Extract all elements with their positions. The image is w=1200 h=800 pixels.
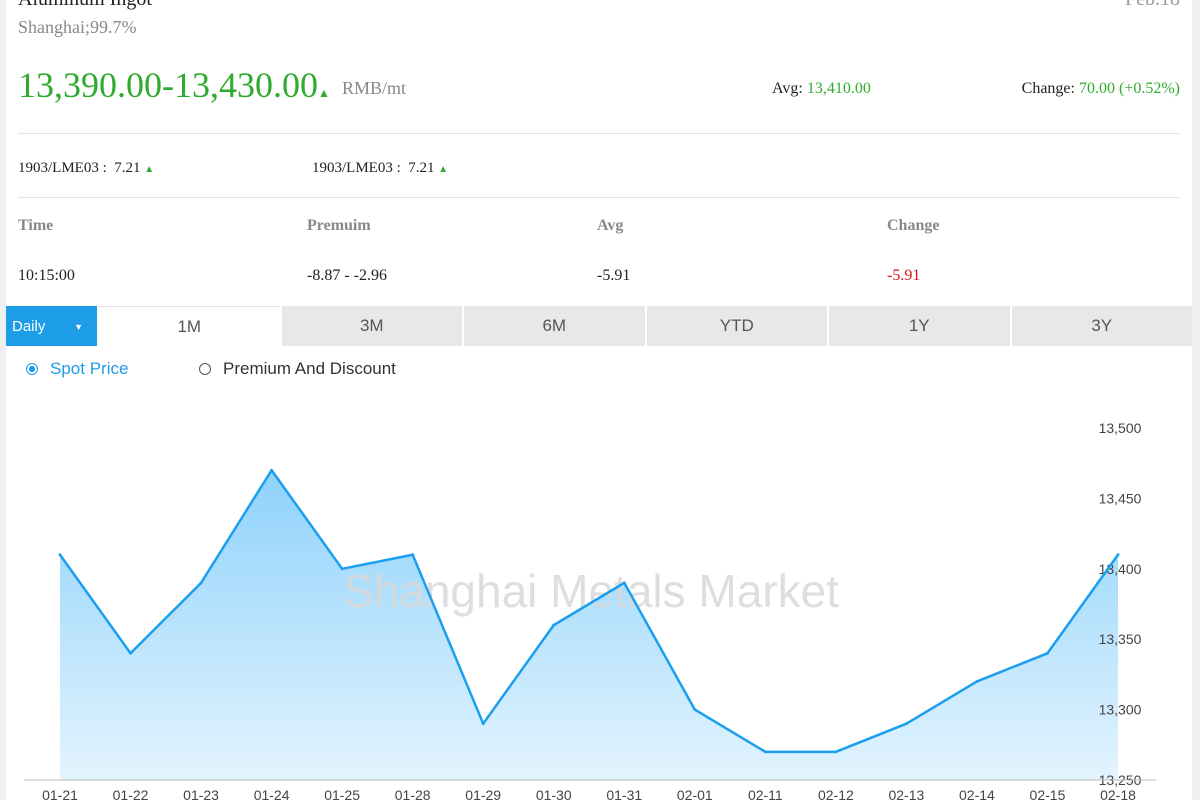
x-tick-label: 01-24: [254, 787, 290, 800]
x-tick-label: 02-11: [748, 787, 783, 800]
data-point: [834, 750, 838, 754]
y-tick-label: 13,350: [1099, 631, 1142, 647]
y-tick-label: 13,450: [1099, 490, 1142, 506]
x-tick-label: 01-31: [606, 787, 642, 800]
data-point: [340, 567, 344, 571]
x-tick-label: 01-29: [465, 787, 501, 800]
x-tick-label: 02-18: [1100, 787, 1136, 800]
area-fill: [60, 470, 1118, 780]
x-tick-label: 02-15: [1030, 787, 1066, 800]
data-point: [199, 581, 203, 585]
y-tick-label: 13,300: [1099, 702, 1142, 718]
data-point: [904, 722, 908, 726]
market-panel: Aluminum Ingot Feb.18 Shanghai;99.7% 13,…: [6, 0, 1192, 800]
spot-price-chart: Shanghai Metals Market13,25013,30013,350…: [24, 420, 1156, 800]
data-point: [1045, 651, 1049, 655]
x-tick-label: 01-28: [395, 787, 431, 800]
data-point: [411, 553, 415, 557]
x-tick-label: 01-23: [183, 787, 219, 800]
x-tick-label: 02-01: [677, 787, 713, 800]
x-tick-label: 02-14: [959, 787, 995, 800]
data-point: [622, 581, 626, 585]
x-tick-label: 02-12: [818, 787, 854, 800]
x-tick-label: 01-22: [113, 787, 149, 800]
data-point: [58, 553, 62, 557]
x-tick-label: 01-21: [42, 787, 78, 800]
y-tick-label: 13,500: [1099, 420, 1142, 436]
data-point: [129, 651, 133, 655]
chart-watermark: Shanghai Metals Market: [343, 565, 839, 617]
data-point: [552, 623, 556, 627]
data-point: [270, 468, 274, 472]
data-point: [975, 679, 979, 683]
data-point: [693, 708, 697, 712]
data-point: [763, 750, 767, 754]
data-point: [481, 722, 485, 726]
x-tick-label: 01-25: [324, 787, 360, 800]
x-tick-label: 02-13: [888, 787, 924, 800]
data-point: [1116, 553, 1120, 557]
x-tick-label: 01-30: [536, 787, 572, 800]
